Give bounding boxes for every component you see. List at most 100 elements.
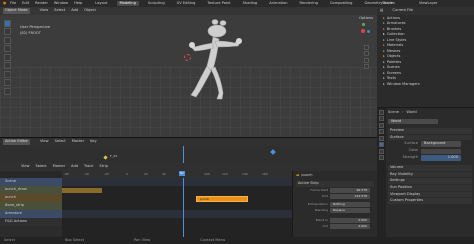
nla-menu-select[interactable]: Select [36, 165, 47, 169]
tool-tab-icon[interactable] [379, 109, 384, 115]
frame-start-label: Frame Start [310, 188, 328, 193]
output-tab-icon[interactable] [379, 122, 384, 128]
menu-file[interactable]: File [10, 1, 16, 6]
ruler-tick: 100 [204, 172, 210, 176]
frame-end-field[interactable]: 122.578 [330, 194, 370, 200]
render-tab-icon[interactable] [379, 116, 384, 121]
scale-tool-icon[interactable] [3, 53, 11, 61]
track-row[interactable]: Scene [0, 178, 62, 186]
timeline-menu-view[interactable]: View [40, 140, 49, 144]
tab-uv-editing[interactable]: UV Editing [174, 1, 199, 7]
sun-position-panel-header[interactable]: Sun Position [388, 184, 472, 191]
track-row[interactable]: punch_draw [0, 186, 62, 194]
current-frame-indicator[interactable]: 82 [179, 171, 185, 176]
track-row[interactable]: F&G Actions [0, 218, 62, 226]
blend-in-label: Blend In [315, 218, 328, 223]
tab-compositing[interactable]: Compositing [327, 1, 356, 7]
tab-modeling[interactable]: Modeling [116, 0, 139, 7]
color-swatch[interactable] [421, 148, 461, 154]
active-strip-panel-header[interactable]: Active Strip [296, 181, 374, 187]
viewport-menu-object[interactable]: Object [84, 9, 96, 13]
blending-dropdown[interactable]: Replace [330, 208, 370, 214]
timeline-menu-marker[interactable]: Marker [72, 140, 84, 144]
scene-name: Scene [382, 1, 393, 6]
collection-tab-icon[interactable] [379, 148, 384, 154]
nla-strip-area[interactable]: punch [62, 178, 292, 238]
action-editor-header: Action Editor View Select Marker Key [0, 138, 377, 146]
zoom-icon[interactable] [363, 44, 369, 50]
world-datablock-field[interactable]: World [388, 118, 438, 125]
extrapolation-dropdown[interactable]: Nothing [330, 202, 370, 208]
camera-icon[interactable] [363, 57, 369, 63]
ortho-toggle-icon[interactable] [363, 64, 369, 69]
texture-tab-icon[interactable] [379, 155, 384, 160]
frame-start-field[interactable]: 96.578 [330, 188, 370, 194]
tab-shading[interactable]: Shading [240, 1, 261, 7]
strength-field[interactable]: 1.000 [421, 155, 461, 161]
navigation-gizmo-icon[interactable] [355, 23, 371, 39]
mode-select[interactable]: Object Mode [3, 8, 30, 14]
viewport-options-menu[interactable]: Options [359, 16, 373, 21]
breadcrumb-world: World [406, 110, 417, 115]
display-mode-icon[interactable]: ▤ [380, 9, 383, 13]
strip-icon: ▬ [296, 173, 300, 178]
marker-icon[interactable] [103, 155, 108, 160]
rotate-tool-icon[interactable] [3, 45, 11, 52]
nla-menu-marker[interactable]: Marker [53, 165, 65, 169]
nla-menu-track[interactable]: Track [84, 165, 93, 169]
punch-strip[interactable]: punch [196, 196, 248, 202]
custom-properties-panel-header[interactable]: Custom Properties [388, 198, 472, 204]
tab-texture-paint[interactable]: Texture Paint [204, 1, 233, 7]
surface-shader-field[interactable]: Background [421, 141, 461, 147]
keyframe-icon[interactable] [270, 149, 276, 155]
tab-animation[interactable]: Animation [266, 1, 290, 7]
move-tool-icon[interactable] [3, 36, 11, 44]
character-model[interactable] [165, 11, 255, 111]
status-hint: Select [4, 237, 16, 242]
nla-menu-add[interactable]: Add [71, 165, 78, 169]
world-tab-icon[interactable] [379, 142, 384, 147]
view-object-label: (82) FROOT [20, 30, 41, 35]
blend-in-field[interactable]: 0.000 [330, 218, 370, 224]
blender-logo-icon[interactable]: ● [3, 1, 6, 6]
breadcrumb-separator-icon: › [401, 110, 404, 115]
blend-out-field[interactable]: 0.000 [330, 224, 370, 230]
menu-window[interactable]: Window [54, 1, 68, 6]
cursor-tool-icon[interactable] [3, 28, 11, 35]
menu-render[interactable]: Render [35, 1, 48, 6]
preview-panel-header[interactable]: Preview [388, 128, 472, 134]
menu-edit[interactable]: Edit [22, 1, 29, 6]
timeline-menu-select[interactable]: Select [55, 140, 66, 144]
track-row[interactable]: Armature [0, 210, 62, 218]
track-row[interactable]: Bone_strip [0, 202, 62, 210]
dope-sheet-strip[interactable]: F_23 [0, 146, 377, 163]
tab-sculpting[interactable]: Sculpting [145, 1, 168, 7]
track-row[interactable]: punch [0, 194, 62, 202]
track-lane [62, 178, 292, 186]
action-icon: ▸ [383, 15, 385, 20]
nla-menu-strip[interactable]: Strip [99, 165, 107, 169]
3d-cursor-icon[interactable] [184, 54, 191, 61]
3d-viewport[interactable]: Object Mode View Select Add Object Optio… [0, 7, 377, 137]
editor-type-dropdown[interactable]: Action Editor [3, 139, 31, 145]
tab-layout[interactable]: Layout [92, 1, 110, 7]
volume-panel-header[interactable]: Volume [388, 165, 472, 171]
surface-panel-header[interactable]: Surface [388, 134, 472, 141]
menu-help[interactable]: Help [74, 1, 82, 6]
frame-ruler[interactable]: -60 -40 -20 0 20 40 60 82 100 120 140 16… [62, 171, 292, 178]
pan-icon[interactable] [363, 51, 369, 56]
nla-menu-view[interactable]: View [21, 165, 30, 169]
outliner-item[interactable]: ▸ Window Managers [383, 82, 474, 88]
ray-visibility-panel-header[interactable]: Ray Visibility [388, 171, 472, 178]
nla-playhead-line [183, 178, 184, 238]
timeline-menu-key[interactable]: Key [90, 140, 97, 144]
viewport-menu-select[interactable]: Select [54, 9, 65, 13]
scene-tab-icon[interactable] [379, 135, 384, 141]
select-tool-icon[interactable] [3, 19, 11, 27]
viewport-menu-view[interactable]: View [40, 9, 49, 13]
tab-rendering[interactable]: Rendering [297, 1, 321, 7]
settings-panel-header[interactable]: Settings [388, 178, 472, 184]
view-layer-tab-icon[interactable] [379, 129, 384, 134]
viewport-display-panel-header[interactable]: Viewport Display [388, 191, 472, 198]
viewport-menu-add[interactable]: Add [71, 9, 78, 13]
